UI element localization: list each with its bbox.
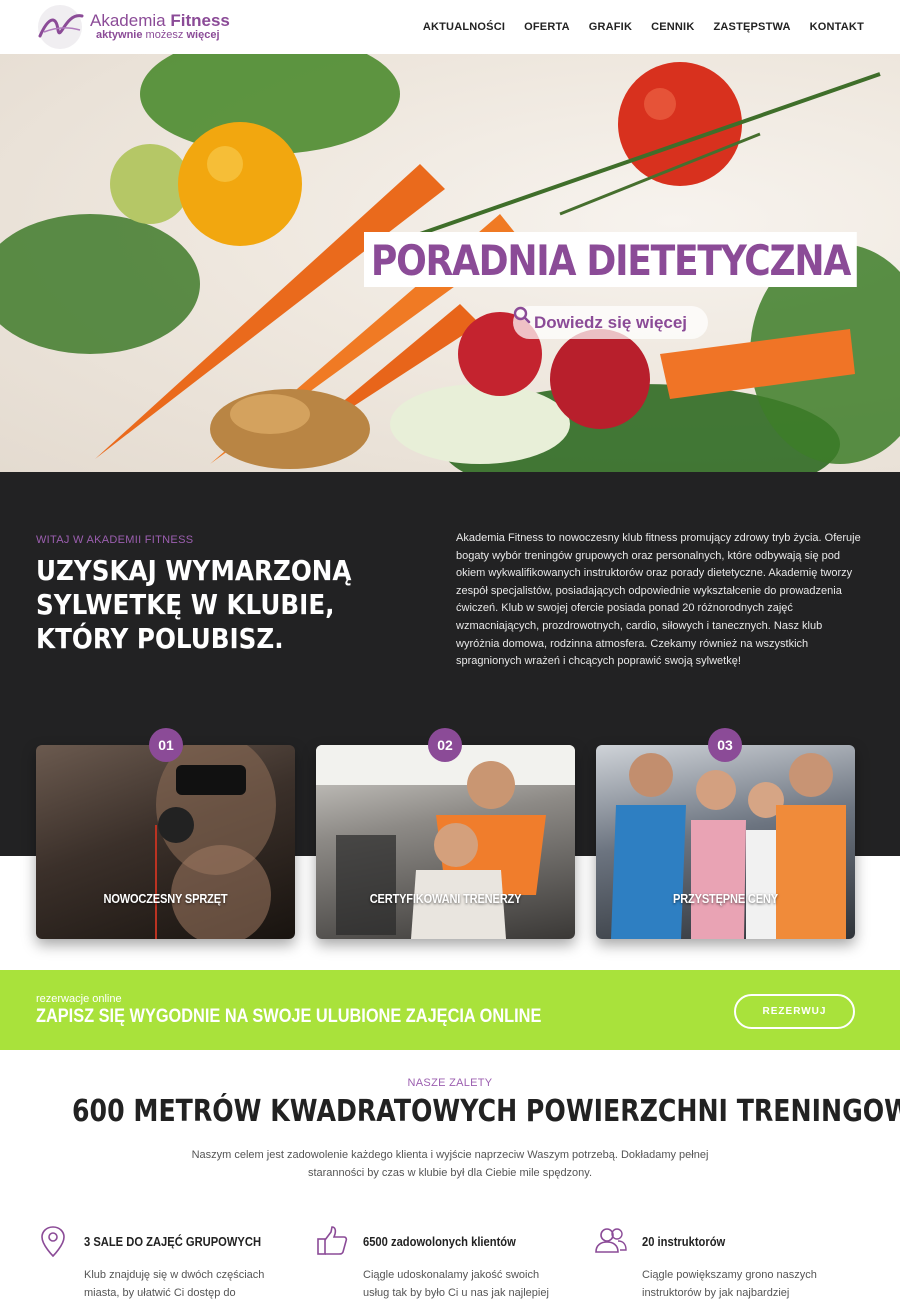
card-label-prices: PRZYSTĘPNE CENY bbox=[673, 891, 778, 906]
intro-about-text: Akademia Fitness to nowoczesny klub fitn… bbox=[456, 532, 861, 668]
logo-icon bbox=[36, 4, 86, 50]
advantage-text: Klub znajduję się w dwóch częściach mias… bbox=[84, 1269, 265, 1299]
booking-title: ZAPISZ SIĘ WYGODNIE NA SWOJE ULUBIONE ZA… bbox=[36, 1006, 542, 1027]
card-number-badge: 01 bbox=[149, 728, 183, 762]
prices-image bbox=[611, 753, 846, 939]
feature-card-trainers[interactable]: CERTYFIKOWANI TRENERZY bbox=[316, 745, 575, 939]
site-header: Akademia Fitness aktywnie możesz więcej … bbox=[0, 0, 900, 54]
booking-banner: rezerwacje online ZAPISZ SIĘ WYGODNIE NA… bbox=[0, 970, 900, 1050]
equipment-image bbox=[155, 745, 276, 939]
feature-card-prices[interactable]: PRZYSTĘPNE CENY bbox=[596, 745, 855, 939]
logo-name-bold: Fitness bbox=[170, 11, 230, 31]
booking-subtitle: rezerwacje online bbox=[36, 993, 122, 1005]
advantage-text: Ciągle powiększamy grono naszych instruk… bbox=[642, 1269, 817, 1299]
logo-name: Akademia bbox=[90, 11, 166, 31]
advantage-title: 3 SALE DO ZAJĘĆ GRUPOWYCH bbox=[84, 1234, 262, 1249]
advantages-eyebrow: NASZE ZALETY bbox=[407, 1077, 493, 1089]
nav-aktualnosci[interactable]: AKTUALNOŚCI bbox=[423, 21, 505, 33]
learn-more-label: Dowiedz się więcej bbox=[533, 312, 688, 332]
card-label-equipment: NOWOCZESNY SPRZĘT bbox=[103, 891, 228, 906]
hero-banner: PORADNIA DIETETYCZNA Dowiedz się więcej bbox=[0, 54, 900, 472]
advantages-title: 600 METRÓW KWADRATOWYCH POWIERZCHNI TREN… bbox=[72, 1094, 900, 1129]
hero-title: PORADNIA DIETETYCZNA bbox=[364, 232, 857, 287]
advantage-title: 6500 zadowolonych klientów bbox=[363, 1234, 516, 1249]
card-number-badge: 03 bbox=[708, 728, 742, 762]
nav-kontakt[interactable]: KONTAKT bbox=[810, 21, 864, 33]
card-label-trainers: CERTYFIKOWANI TRENERZY bbox=[369, 891, 522, 906]
nav-grafik[interactable]: GRAFIK bbox=[589, 21, 632, 33]
logo-tag-3: więcej bbox=[186, 29, 220, 42]
nav-zastepstwa[interactable]: ZASTĘPSTWA bbox=[713, 21, 790, 33]
logo-tag-2: możesz bbox=[145, 29, 184, 42]
advantage-text: Ciągle udoskonalamy jakość swoich usług … bbox=[363, 1269, 549, 1299]
logo-tag-1: aktywnie bbox=[96, 29, 143, 42]
intro-heading: UZYSKAJ WYMARZONĄ SYLWETKĘ W KLUBIE, KTÓ… bbox=[36, 554, 352, 655]
advantage-title: 20 instruktorów bbox=[642, 1234, 726, 1249]
advantages-description: Naszym celem jest zadowolenie każdego kl… bbox=[191, 1149, 709, 1179]
trainers-image bbox=[316, 745, 575, 939]
learn-more-button[interactable]: Dowiedz się więcej bbox=[513, 306, 708, 339]
reserve-button[interactable]: REZERWUJ bbox=[734, 994, 855, 1029]
nav-cennik[interactable]: CENNIK bbox=[651, 21, 694, 33]
logo[interactable]: Akademia Fitness aktywnie możesz więcej bbox=[36, 4, 230, 50]
map-pin-icon bbox=[41, 1226, 65, 1258]
main-nav: AKTUALNOŚCI OFERTA GRAFIK CENNIK ZASTĘPS… bbox=[423, 21, 864, 33]
nav-oferta[interactable]: OFERTA bbox=[524, 21, 570, 33]
feature-card-equipment[interactable]: NOWOCZESNY SPRZĘT bbox=[36, 745, 295, 939]
thumbs-up-icon bbox=[317, 1226, 348, 1255]
card-number-badge: 02 bbox=[428, 728, 462, 762]
search-icon bbox=[513, 306, 531, 324]
users-icon bbox=[595, 1228, 627, 1253]
intro-eyebrow: WITAJ W AKADEMII FITNESS bbox=[36, 534, 194, 546]
